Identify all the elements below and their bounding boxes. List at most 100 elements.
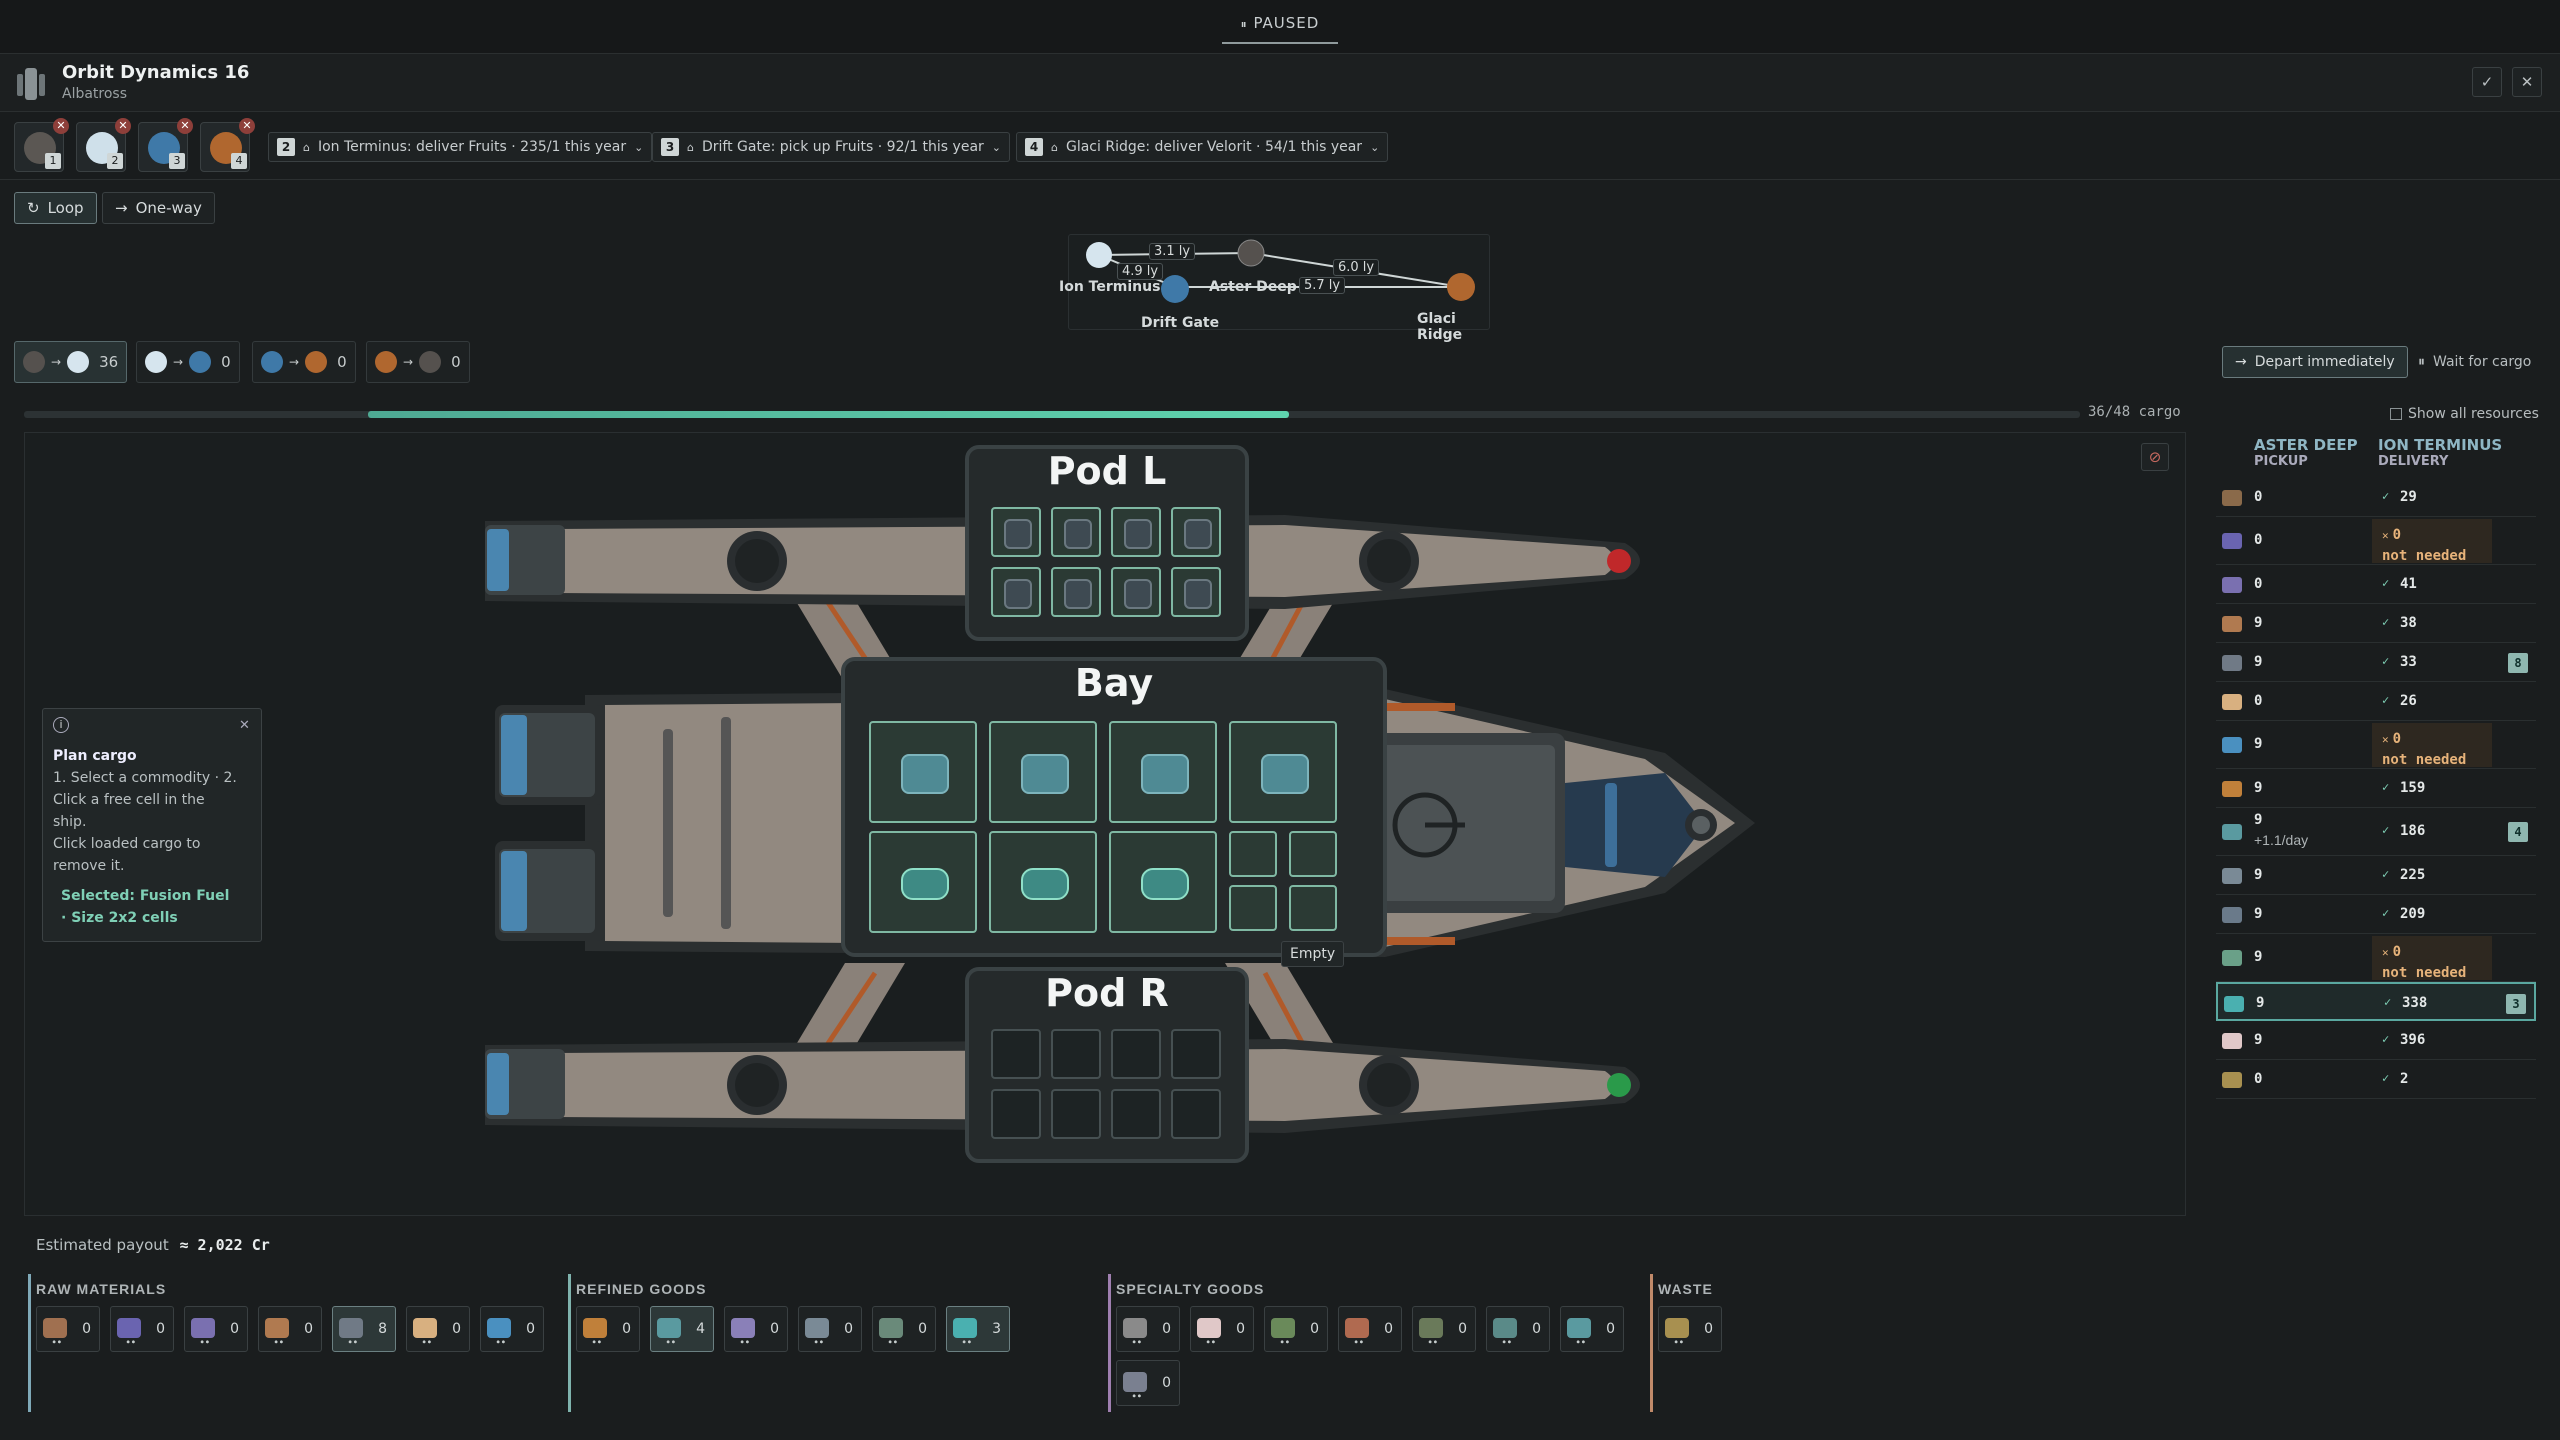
loop-button[interactable]: ↻ Loop — [14, 192, 97, 224]
ion-terminus-planet[interactable] — [1086, 242, 1112, 268]
cargo-cell[interactable] — [1171, 567, 1221, 617]
empty-cargo-cell[interactable] — [991, 1029, 1041, 1079]
commodity-button[interactable]: ∙∙ 0 — [406, 1306, 470, 1352]
resource-row[interactable]: 0 ✓ 2 — [2216, 1060, 2536, 1099]
resource-row[interactable]: 9 ✓ 225 — [2216, 856, 2536, 895]
cargo-cell[interactable] — [869, 831, 977, 933]
resource-row[interactable]: 9 ✓ 338 3 — [2216, 982, 2536, 1021]
route-order[interactable]: 2 ⌂ Ion Terminus: deliver Fruits · 235/1 t… — [268, 132, 653, 162]
resource-row[interactable]: 0 ✓ 29 — [2216, 478, 2536, 517]
commodity-button[interactable]: ∙∙ 0 — [724, 1306, 788, 1352]
cargo-cell[interactable] — [1111, 507, 1161, 557]
commodity-button[interactable]: ∙∙ 4 — [650, 1306, 714, 1352]
commodity-button[interactable]: ∙∙ 0 — [1264, 1306, 1328, 1352]
route-stop-thumb[interactable]: ✕ 2 — [76, 118, 131, 172]
resource-row[interactable]: 0 ✓ 26 — [2216, 682, 2536, 721]
order-stop-number: 4 — [1025, 138, 1043, 156]
route-leg[interactable]: → 0 — [366, 341, 470, 383]
commodity-button[interactable]: ∙∙ 0 — [258, 1306, 322, 1352]
commodity-icon — [487, 1318, 511, 1338]
resource-row[interactable]: 9 ✓ 396 — [2216, 1021, 2536, 1060]
commodity-button[interactable]: ∙∙ 0 — [184, 1306, 248, 1352]
empty-cargo-cell[interactable] — [1171, 1029, 1221, 1079]
cargo-cell[interactable] — [869, 721, 977, 823]
cargo-cell[interactable] — [989, 831, 1097, 933]
category-label: RAW MATERIALS — [36, 1281, 167, 1297]
fuel-cell-icon — [901, 868, 949, 900]
commodity-button[interactable]: ∙∙ 0 — [110, 1306, 174, 1352]
empty-cargo-cell[interactable] — [1051, 1089, 1101, 1139]
one-way-button[interactable]: → One-way — [102, 192, 215, 224]
commodity-button[interactable]: ∙∙ 0 — [1116, 1360, 1180, 1406]
resource-row[interactable]: 9 ✕ 0 not needed — [2216, 934, 2536, 982]
commodity-button[interactable]: ∙∙ 0 — [576, 1306, 640, 1352]
route-stop-thumb[interactable]: ✕ 3 — [138, 118, 193, 172]
resource-row[interactable]: 9 ✕ 0 not needed — [2216, 721, 2536, 769]
route-stop-thumb[interactable]: ✕ 1 — [14, 118, 69, 172]
commodity-button[interactable]: ∙∙ 0 — [1412, 1306, 1476, 1352]
resource-row[interactable]: 9 ✓ 33 8 — [2216, 643, 2536, 682]
remove-stop-button[interactable]: ✕ — [177, 118, 193, 134]
commodity-button[interactable]: ∙∙ 8 — [332, 1306, 396, 1352]
close-card-button[interactable]: ✕ — [239, 715, 250, 737]
commodity-button[interactable]: ∙∙ 0 — [1190, 1306, 1254, 1352]
resource-row[interactable]: 0 ✕ 0 not needed — [2216, 517, 2536, 565]
pause-toggle[interactable]: ⏸ PAUSED — [1222, 14, 1338, 44]
resource-row[interactable]: 9 ✓ 38 — [2216, 604, 2536, 643]
commodity-quantity: 0 — [304, 1321, 313, 1337]
commodity-button[interactable]: ∙∙ 0 — [480, 1306, 544, 1352]
wait-for-cargo-button[interactable]: ⏸ Wait for cargo — [2406, 346, 2543, 378]
commodity-button[interactable]: ∙∙ 0 — [1338, 1306, 1402, 1352]
depart-immediately-button[interactable]: → Depart immediately — [2222, 346, 2408, 378]
resource-row[interactable]: 9 ✓ 159 — [2216, 769, 2536, 808]
cargo-cell[interactable] — [1111, 567, 1161, 617]
empty-cargo-cell[interactable] — [1111, 1089, 1161, 1139]
resource-row[interactable]: 9 +1.1/day ✓ 186 4 — [2216, 808, 2536, 856]
route-stop-thumb[interactable]: ✕ 4 — [200, 118, 255, 172]
close-button[interactable]: ✕ — [2512, 67, 2542, 97]
glaci-ridge-planet[interactable] — [1447, 273, 1475, 301]
route-order[interactable]: 4 ⌂ Glaci Ridge: deliver Velorit · 54/1 th… — [1016, 132, 1389, 162]
empty-cargo-cell[interactable] — [991, 1089, 1041, 1139]
commodity-button[interactable]: ∙∙ 0 — [1116, 1306, 1180, 1352]
cargo-cell[interactable] — [991, 567, 1041, 617]
aster-deep-planet[interactable] — [1237, 239, 1265, 267]
empty-cargo-cell[interactable] — [1111, 1029, 1161, 1079]
cargo-cell[interactable] — [1051, 567, 1101, 617]
confirm-button[interactable]: ✓ — [2472, 67, 2502, 97]
remove-stop-button[interactable]: ✕ — [239, 118, 255, 134]
show-all-resources-checkbox[interactable]: Show all resources — [2390, 406, 2539, 422]
commodity-button[interactable]: ∙∙ 0 — [1658, 1306, 1722, 1352]
commodity-button[interactable]: ∙∙ 3 — [946, 1306, 1010, 1352]
cargo-cell[interactable] — [989, 721, 1097, 823]
cargo-cell[interactable] — [1109, 721, 1217, 823]
cargo-cell[interactable] — [1229, 721, 1337, 823]
cargo-cell[interactable] — [1289, 831, 1337, 877]
commodity-button[interactable]: ∙∙ 0 — [1486, 1306, 1550, 1352]
remove-stop-button[interactable]: ✕ — [53, 118, 69, 134]
edge-label: 6.0 ly — [1333, 259, 1380, 276]
route-leg[interactable]: → 0 — [252, 341, 356, 383]
empty-cargo-cell[interactable] — [1171, 1089, 1221, 1139]
commodity-button[interactable]: ∙∙ 0 — [798, 1306, 862, 1352]
cargo-cell[interactable] — [1289, 885, 1337, 931]
empty-cargo-cell[interactable] — [1051, 1029, 1101, 1079]
route-order[interactable]: 3 ⌂ Drift Gate: pick up Fruits · 92/1 this… — [652, 132, 1010, 162]
remove-stop-button[interactable]: ✕ — [115, 118, 131, 134]
cargo-cell[interactable] — [1171, 507, 1221, 557]
cargo-cell[interactable] — [1109, 831, 1217, 933]
cargo-cell[interactable] — [1229, 885, 1277, 931]
resource-row[interactable]: 0 ✓ 41 — [2216, 565, 2536, 604]
route-map: 3.1 ly 4.9 ly 6.0 ly 5.7 ly Ion Terminus… — [1059, 234, 1490, 343]
drift-gate-planet[interactable] — [1161, 275, 1189, 303]
cargo-cell[interactable] — [991, 507, 1041, 557]
cargo-cell[interactable] — [1229, 831, 1277, 877]
category-divider — [1650, 1274, 1653, 1412]
resource-row[interactable]: 9 ✓ 209 — [2216, 895, 2536, 934]
cargo-cell[interactable] — [1051, 507, 1101, 557]
route-leg[interactable]: → 0 — [136, 341, 240, 383]
commodity-button[interactable]: ∙∙ 0 — [36, 1306, 100, 1352]
route-leg[interactable]: → 36 — [14, 341, 128, 383]
commodity-button[interactable]: ∙∙ 0 — [872, 1306, 936, 1352]
commodity-button[interactable]: ∙∙ 0 — [1560, 1306, 1624, 1352]
